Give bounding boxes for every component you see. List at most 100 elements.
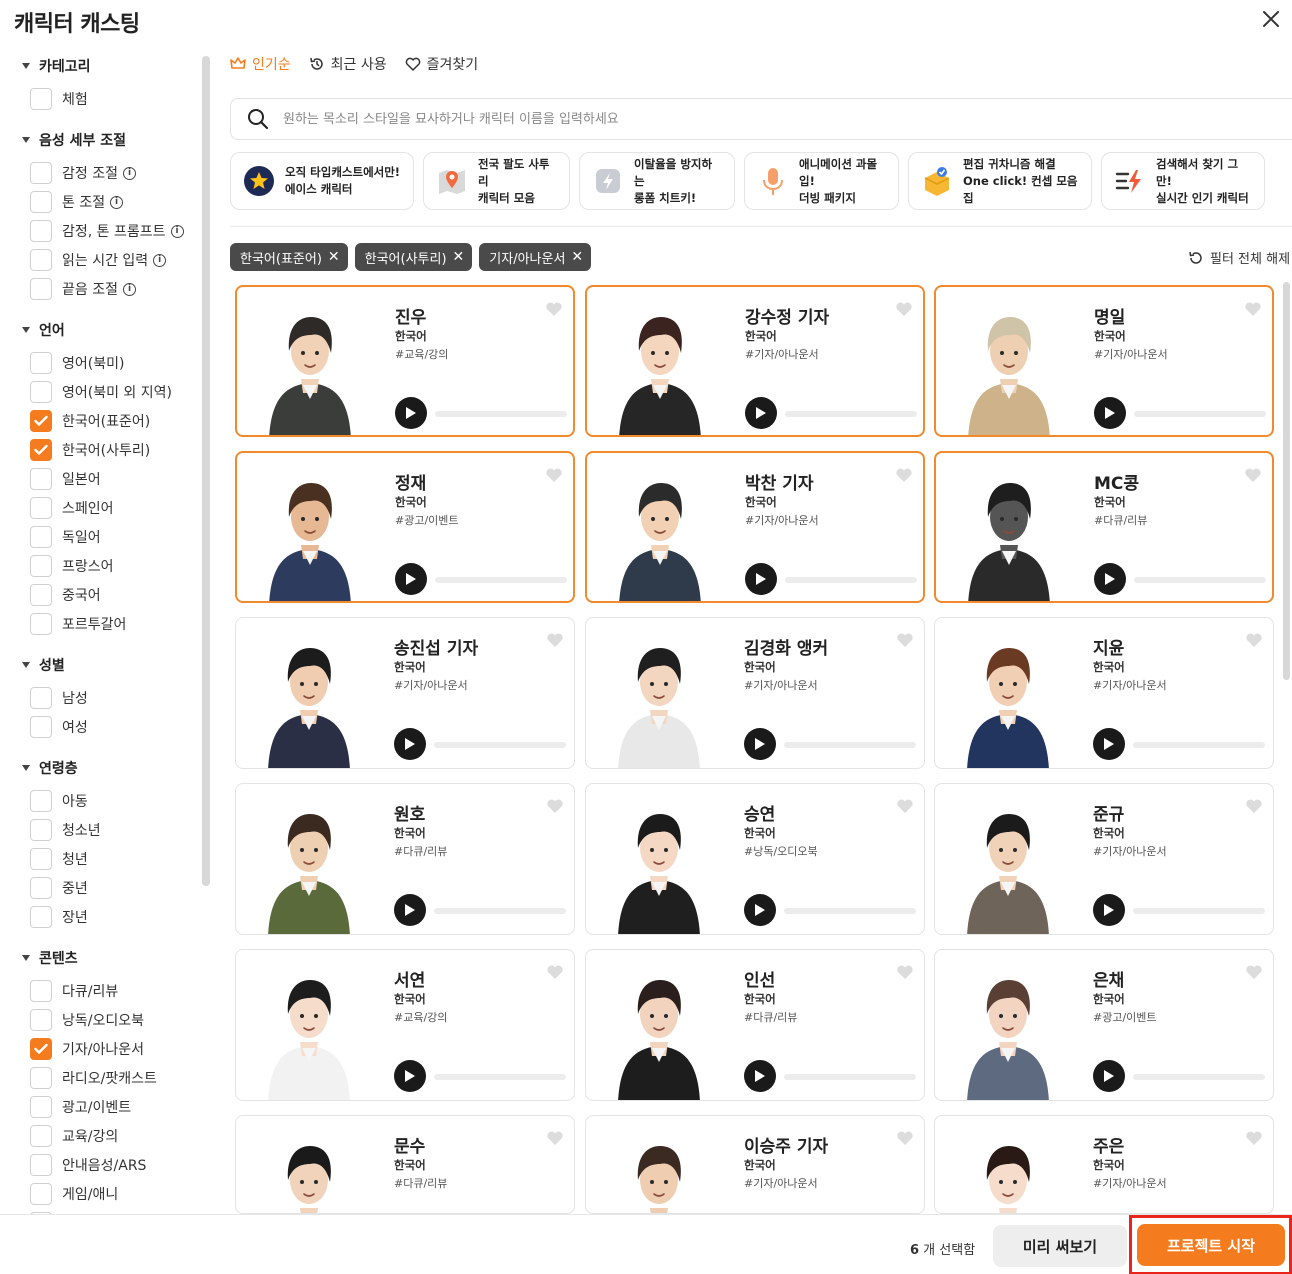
favorite-heart-icon[interactable]	[1245, 632, 1263, 648]
play-button[interactable]	[1093, 894, 1125, 926]
favorite-heart-icon[interactable]	[546, 798, 564, 814]
favorite-heart-icon[interactable]	[896, 632, 914, 648]
audio-progress-bar[interactable]	[1133, 908, 1265, 914]
character-card[interactable]: 김경화 앵커 한국어 #기자/아나운서	[585, 617, 925, 769]
play-button[interactable]	[1094, 563, 1126, 595]
audio-progress-bar[interactable]	[784, 1074, 916, 1080]
checkbox[interactable]	[30, 716, 52, 738]
filter-option[interactable]: 독일어	[30, 526, 101, 548]
character-card[interactable]: 문수 한국어 #다큐/리뷰	[235, 1115, 575, 1214]
favorite-heart-icon[interactable]	[1244, 301, 1262, 317]
remove-filter-icon[interactable]: ✕	[328, 249, 340, 265]
checkbox[interactable]	[30, 790, 52, 812]
play-button[interactable]	[1094, 397, 1126, 429]
promo-banner[interactable]: 전국 팔도 사투리 캐릭터 모음	[423, 152, 570, 210]
audio-progress-bar[interactable]	[435, 411, 567, 417]
character-card[interactable]: 원호 한국어 #다큐/리뷰	[235, 783, 575, 935]
character-card[interactable]: 진우 한국어 #교육/강의	[235, 285, 575, 437]
filter-option[interactable]: 낭독/오디오북	[30, 1009, 144, 1031]
audio-progress-bar[interactable]	[784, 742, 916, 748]
favorite-heart-icon[interactable]	[1245, 964, 1263, 980]
filter-option[interactable]: 게임/애니	[30, 1183, 118, 1205]
character-card[interactable]: 은채 한국어 #광고/이벤트	[934, 949, 1274, 1101]
favorite-heart-icon[interactable]	[1245, 798, 1263, 814]
filter-option[interactable]: 한국어(사투리)	[30, 439, 150, 461]
reset-filters-button[interactable]: 필터 전체 해제	[1188, 248, 1290, 267]
checkbox[interactable]	[30, 906, 52, 928]
remove-filter-icon[interactable]: ✕	[453, 249, 465, 265]
favorite-heart-icon[interactable]	[896, 798, 914, 814]
checkbox[interactable]	[30, 468, 52, 490]
favorite-heart-icon[interactable]	[546, 1130, 564, 1146]
audio-progress-bar[interactable]	[785, 411, 917, 417]
play-button[interactable]	[394, 1060, 426, 1092]
character-card[interactable]: 승연 한국어 #낭독/오디오북	[585, 783, 925, 935]
checkbox[interactable]	[30, 819, 52, 841]
checkbox[interactable]	[30, 497, 52, 519]
character-card[interactable]: 송진섭 기자 한국어 #기자/아나운서	[235, 617, 575, 769]
audio-progress-bar[interactable]	[434, 742, 566, 748]
filter-option[interactable]: 끝음 조절 i	[30, 278, 136, 300]
play-button[interactable]	[1093, 1060, 1125, 1092]
play-button[interactable]	[745, 397, 777, 429]
filter-option[interactable]: 청소년	[30, 819, 101, 841]
filter-option[interactable]: 장년	[30, 906, 88, 928]
checkbox[interactable]	[30, 687, 52, 709]
checkbox[interactable]	[30, 1096, 52, 1118]
character-card[interactable]: 명일 한국어 #기자/아나운서	[934, 285, 1274, 437]
sidebar-section-header[interactable]: 언어	[22, 320, 65, 340]
checkbox[interactable]	[30, 555, 52, 577]
filter-option[interactable]: 여성	[30, 716, 88, 738]
checkbox[interactable]	[30, 1067, 52, 1089]
filter-option[interactable]: 라디오/팟캐스트	[30, 1067, 157, 1089]
remove-filter-icon[interactable]: ✕	[571, 249, 583, 265]
tab-favorites[interactable]: 즐겨찾기	[405, 54, 478, 74]
info-icon[interactable]: i	[122, 282, 136, 296]
checkbox[interactable]	[30, 220, 52, 242]
play-button[interactable]	[744, 894, 776, 926]
favorite-heart-icon[interactable]	[895, 301, 913, 317]
tab-recent[interactable]: 최근 사용	[309, 54, 387, 74]
audio-progress-bar[interactable]	[1134, 577, 1266, 583]
filter-option[interactable]: 중국어	[30, 584, 101, 606]
checkbox[interactable]	[30, 1154, 52, 1176]
checkbox[interactable]	[30, 439, 52, 461]
checkbox[interactable]	[30, 191, 52, 213]
filter-option[interactable]: 감정 조절 i	[30, 162, 136, 184]
audio-progress-bar[interactable]	[1133, 742, 1265, 748]
audio-progress-bar[interactable]	[1133, 1074, 1265, 1080]
checkbox[interactable]	[30, 381, 52, 403]
checkbox[interactable]	[30, 848, 52, 870]
checkbox[interactable]	[30, 278, 52, 300]
checkbox[interactable]	[30, 877, 52, 899]
filter-option[interactable]: 스페인어	[30, 497, 114, 519]
checkbox[interactable]	[30, 1183, 52, 1205]
promo-banner[interactable]: 오직 타입캐스트에서만! 에이스 캐릭터	[230, 152, 414, 210]
favorite-heart-icon[interactable]	[545, 467, 563, 483]
checkbox[interactable]	[30, 1038, 52, 1060]
filter-option[interactable]: 한국어(표준어)	[30, 410, 150, 432]
checkbox[interactable]	[30, 162, 52, 184]
checkbox[interactable]	[30, 352, 52, 374]
character-card[interactable]: 주은 한국어 #기자/아나운서	[934, 1115, 1274, 1214]
play-button[interactable]	[395, 563, 427, 595]
info-icon[interactable]: i	[122, 166, 136, 180]
checkbox[interactable]	[30, 980, 52, 1002]
filter-option[interactable]: 읽는 시간 입력 i	[30, 249, 167, 271]
character-card[interactable]: 준규 한국어 #기자/아나운서	[934, 783, 1274, 935]
play-button[interactable]	[744, 1060, 776, 1092]
favorite-heart-icon[interactable]	[546, 964, 564, 980]
checkbox[interactable]	[30, 88, 52, 110]
character-card[interactable]: 강수정 기자 한국어 #기자/아나운서	[585, 285, 925, 437]
info-icon[interactable]: i	[153, 253, 167, 267]
filter-option[interactable]: 영어(북미 외 지역)	[30, 381, 172, 403]
promo-banner[interactable]: 검색해서 찾기 그만! 실시간 인기 캐릭터	[1101, 152, 1265, 210]
character-card[interactable]: MC콩 한국어 #다큐/리뷰	[934, 451, 1274, 603]
preview-button[interactable]: 미리 써보기	[993, 1225, 1127, 1267]
play-button[interactable]	[394, 894, 426, 926]
play-button[interactable]	[395, 397, 427, 429]
audio-progress-bar[interactable]	[1134, 411, 1266, 417]
search-input[interactable]	[283, 111, 1083, 127]
checkbox[interactable]	[30, 410, 52, 432]
filter-option[interactable]: 프랑스어	[30, 555, 114, 577]
